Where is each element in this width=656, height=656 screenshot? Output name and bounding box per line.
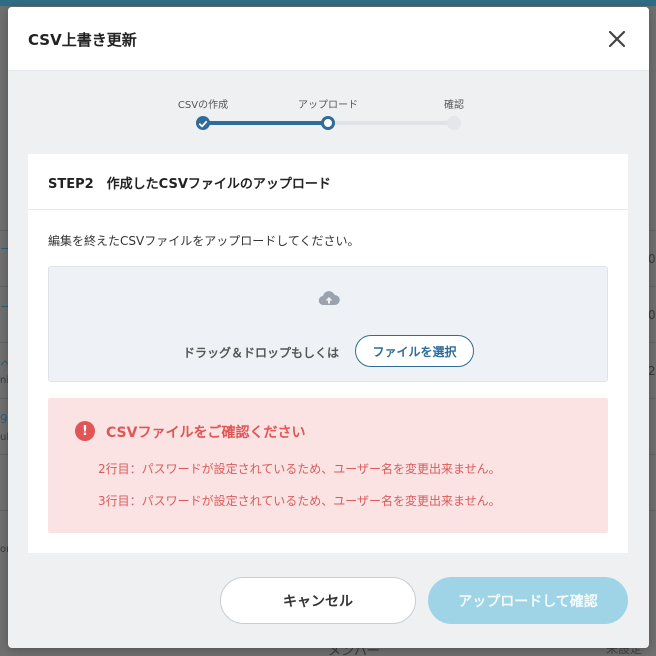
card-header: STEP2 作成したCSVファイルのアップロード bbox=[28, 154, 628, 210]
step-track-complete bbox=[203, 121, 328, 125]
close-button[interactable] bbox=[603, 25, 631, 53]
progress-stepper: CSVの作成 アップロード 確認 bbox=[148, 92, 508, 132]
select-file-button[interactable]: ファイルを選択 bbox=[355, 335, 474, 367]
step-label-upload: アップロード bbox=[298, 100, 358, 111]
error-message: 3行目：パスワードが設定されているため、ユーザー名を変更出来ません。 bbox=[98, 494, 501, 508]
csv-update-modal: CSV上書き更新 CSVの作成 アップロード 確認 STEP2 作成したCSVフ… bbox=[8, 7, 649, 648]
close-icon bbox=[608, 30, 626, 48]
step-dot-confirm bbox=[447, 116, 461, 130]
instruction-text: 編集を終えたCSVファイルをアップロードしてください。 bbox=[48, 234, 360, 248]
dropzone-text: ドラッグ＆ドロップもしくは bbox=[183, 346, 340, 360]
card-title: STEP2 作成したCSVファイルのアップロード bbox=[48, 177, 331, 192]
error-message: 2行目：パスワードが設定されているため、ユーザー名を変更出来ません。 bbox=[98, 462, 501, 476]
file-dropzone[interactable]: ドラッグ＆ドロップもしくは ファイルを選択 bbox=[48, 266, 608, 382]
upload-card: STEP2 作成したCSVファイルのアップロード 編集を終えたCSVファイルをア… bbox=[28, 154, 628, 553]
cloud-upload-icon bbox=[318, 291, 340, 306]
background-fragment: 03 bbox=[648, 308, 656, 322]
background-topbar bbox=[0, 0, 656, 6]
step-dot-create bbox=[196, 116, 210, 130]
background-fragment: 04 bbox=[648, 252, 656, 266]
error-title: CSVファイルをご確認ください bbox=[106, 425, 306, 441]
error-alert: ! CSVファイルをご確認ください 2行目：パスワードが設定されているため、ユー… bbox=[48, 398, 608, 533]
cancel-button[interactable]: キャンセル bbox=[220, 577, 416, 624]
step-label-confirm: 確認 bbox=[444, 100, 464, 111]
exclamation-icon: ! bbox=[75, 421, 95, 441]
step-label-create: CSVの作成 bbox=[177, 100, 229, 111]
modal-title: CSV上書き更新 bbox=[28, 31, 137, 49]
step-track-pending bbox=[328, 121, 454, 125]
modal-header: CSV上書き更新 bbox=[8, 7, 649, 71]
step-dot-upload bbox=[321, 116, 335, 130]
check-icon bbox=[198, 120, 208, 128]
background-fragment: 2 bbox=[648, 364, 656, 378]
upload-confirm-button[interactable]: アップロードして確認 bbox=[428, 577, 628, 624]
